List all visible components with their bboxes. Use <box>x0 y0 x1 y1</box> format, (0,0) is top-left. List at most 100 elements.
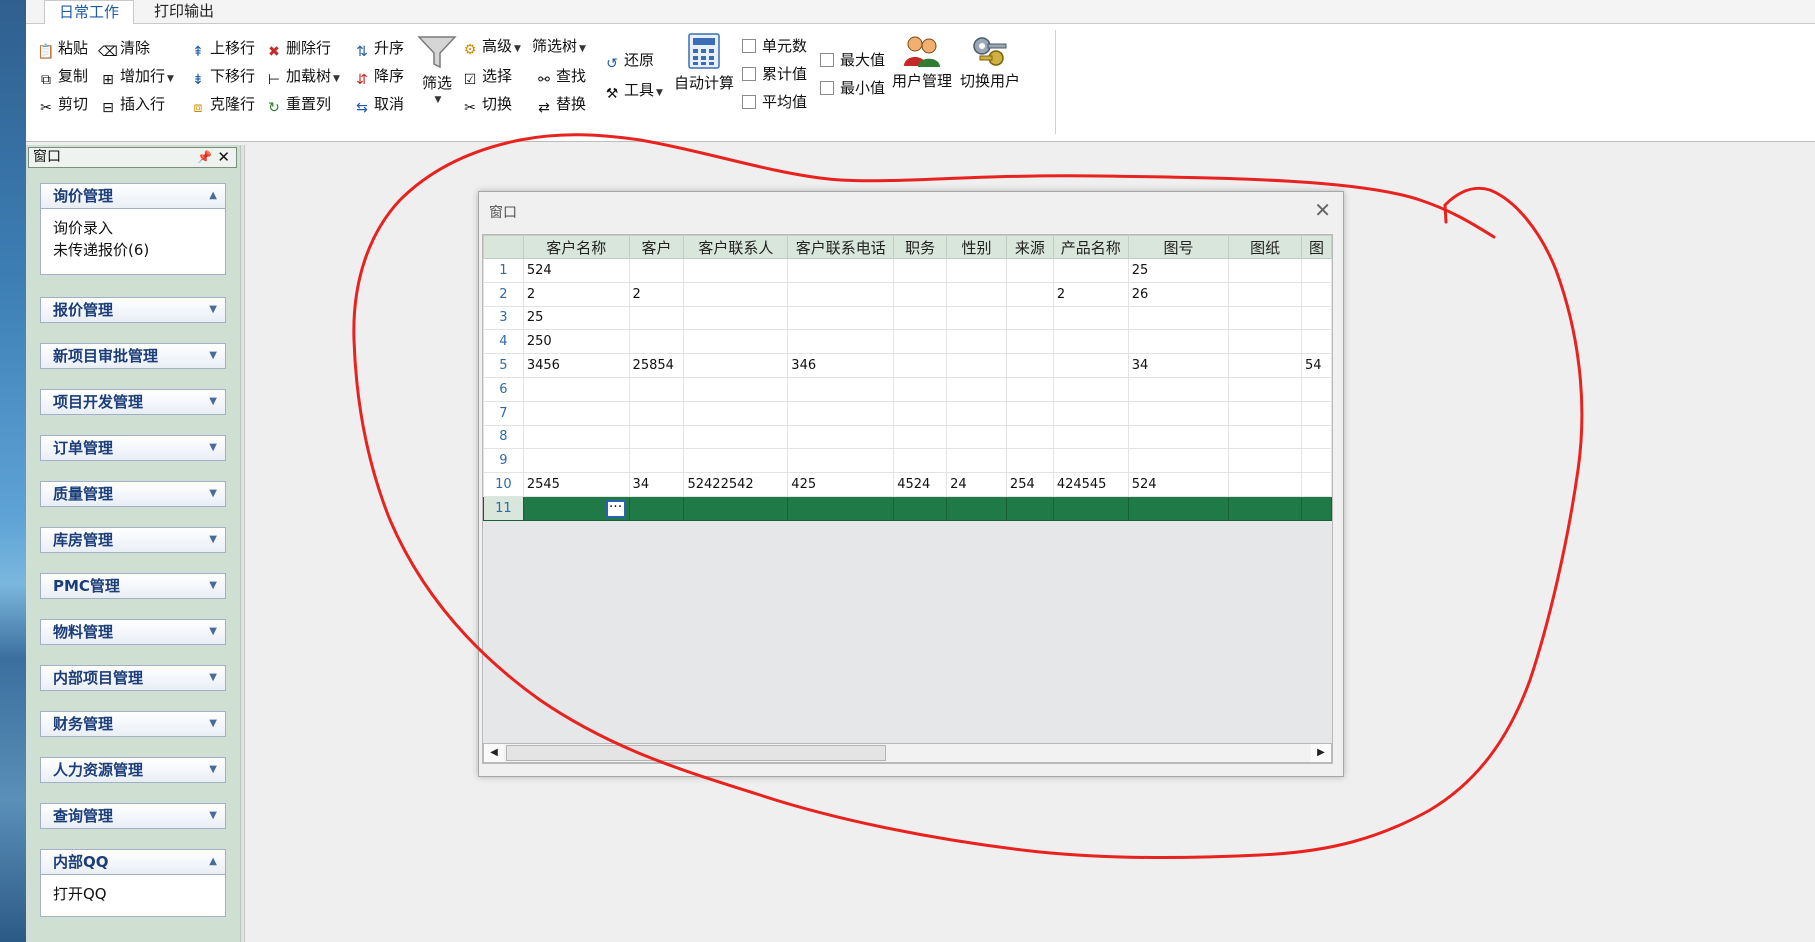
tools-button[interactable]: ⚒ 工具 ▼ <box>602 78 663 102</box>
grid-cell[interactable] <box>1228 258 1302 283</box>
grid-cell[interactable] <box>787 400 895 426</box>
table-row[interactable]: 11 ··· <box>483 495 1332 521</box>
grid-cell[interactable] <box>1228 400 1302 426</box>
filter-button[interactable]: 筛选 ▼ <box>414 34 460 105</box>
grid-cell[interactable] <box>946 495 1007 521</box>
grid-cell[interactable] <box>893 424 948 450</box>
grid-cell[interactable] <box>946 258 1007 283</box>
column-header[interactable]: 职务 <box>893 235 948 259</box>
grid-cell[interactable]: 52422542 <box>683 472 789 497</box>
grid-cell[interactable]: 424545 <box>1052 472 1129 497</box>
grid-cell[interactable] <box>628 400 685 426</box>
grid-cell[interactable] <box>1127 376 1230 402</box>
nav-group-new-project-approval[interactable]: 新项目审批管理 ▼ <box>40 343 226 369</box>
max-checkbox[interactable]: 最大值 <box>820 48 885 72</box>
grid-cell[interactable] <box>946 329 1007 355</box>
grid-cell[interactable]: 34 <box>1127 353 1230 378</box>
grid-cell[interactable] <box>1300 376 1332 402</box>
grid-cell[interactable] <box>1052 495 1129 521</box>
table-row[interactable]: 9 <box>483 448 1332 474</box>
table-row[interactable]: 4 250 <box>483 329 1332 355</box>
grid-cell[interactable] <box>683 353 789 378</box>
grid-cell[interactable]: 346 <box>787 353 895 378</box>
grid-cell[interactable] <box>1005 353 1054 378</box>
grid-cell[interactable] <box>1052 329 1129 355</box>
panel-splitter[interactable] <box>241 145 245 942</box>
grid-cell[interactable]: 524 <box>522 258 630 283</box>
row-number[interactable]: 6 <box>483 376 524 402</box>
grid-cell[interactable]: 25 <box>1127 258 1230 283</box>
horizontal-scrollbar[interactable]: ◀ ▶ <box>483 743 1332 763</box>
grid-cell[interactable] <box>1005 495 1054 521</box>
scroll-left-icon[interactable]: ◀ <box>484 744 504 762</box>
grid-cell[interactable] <box>1127 495 1230 521</box>
grid-cell[interactable] <box>1127 305 1230 331</box>
ellipsis-button[interactable]: ··· <box>605 499 626 518</box>
grid-cell[interactable] <box>893 495 948 521</box>
scrollbar-thumb[interactable] <box>506 745 886 761</box>
grid-cell[interactable] <box>787 258 895 283</box>
scroll-right-icon[interactable]: ▶ <box>1311 744 1331 762</box>
grid-cell[interactable]: 254 <box>1005 472 1054 497</box>
find-button[interactable]: ⚯ 查找 <box>534 64 586 88</box>
grid-cell[interactable] <box>787 495 895 521</box>
restore-button[interactable]: ↺ 还原 <box>602 48 654 72</box>
min-checkbox[interactable]: 最小值 <box>820 76 885 100</box>
add-row-button[interactable]: ⊞ 增加行 ▼ <box>98 64 174 88</box>
grid-cell[interactable]: 524 <box>1127 472 1230 497</box>
reset-column-button[interactable]: ↻ 重置列 <box>264 92 331 116</box>
row-number[interactable]: 10 <box>483 472 524 497</box>
sort-asc-button[interactable]: ⇅ 升序 <box>352 36 404 60</box>
column-header[interactable]: 图号 <box>1127 235 1230 259</box>
grid-cell[interactable] <box>1228 424 1302 450</box>
grid-cell[interactable] <box>1052 400 1129 426</box>
grid-cell[interactable] <box>1228 376 1302 402</box>
grid-cell[interactable]: 34 <box>628 472 685 497</box>
column-header[interactable]: 客户联系人 <box>683 235 789 259</box>
select-button[interactable]: ☑ 选择 <box>460 64 512 88</box>
clone-row-button[interactable]: ⧈ 克隆行 <box>188 92 255 116</box>
cut-button[interactable]: ✂ 剪切 <box>36 92 88 116</box>
nav-group-order[interactable]: 订单管理 ▼ <box>40 435 226 461</box>
grid-cell[interactable] <box>893 376 948 402</box>
grid-cell[interactable] <box>683 258 789 283</box>
nav-group-quality[interactable]: 质量管理 ▼ <box>40 481 226 507</box>
grid-cell[interactable] <box>1228 495 1302 521</box>
nav-group-query[interactable]: 查询管理 ▼ <box>40 803 226 829</box>
column-header[interactable]: 来源 <box>1005 235 1054 259</box>
row-number[interactable]: 9 <box>483 448 524 474</box>
table-row[interactable]: 1 524 25 <box>483 258 1332 283</box>
grid-cell[interactable] <box>683 305 789 331</box>
copy-button[interactable]: ⧉ 复制 <box>36 64 88 88</box>
grid-cell[interactable]: 25 <box>522 305 630 331</box>
grid-cell[interactable] <box>1052 305 1129 331</box>
table-row[interactable]: 8 <box>483 424 1332 450</box>
grid-cell[interactable] <box>893 400 948 426</box>
delete-row-button[interactable]: ✖ 删除行 <box>264 36 331 60</box>
grid-cell[interactable]: 2 <box>522 281 630 307</box>
grid-cell[interactable] <box>522 376 630 402</box>
cancel-sort-button[interactable]: ⇆ 取消 <box>352 92 404 116</box>
auto-calc-button[interactable]: 自动计算 <box>672 32 736 93</box>
grid-cell[interactable] <box>1005 258 1054 283</box>
grid-cell[interactable] <box>1300 424 1332 450</box>
filter-tree-button[interactable]: 筛选树 ▼ <box>532 34 586 58</box>
grid-cell[interactable]: ··· <box>522 495 630 521</box>
table-row[interactable]: 7 <box>483 400 1332 426</box>
grid-cell[interactable] <box>628 448 685 474</box>
grid-cell[interactable] <box>1005 305 1054 331</box>
clear-button[interactable]: ⌫ 清除 <box>98 36 150 60</box>
grid-cell[interactable] <box>1228 281 1302 307</box>
grid-cell[interactable] <box>683 400 789 426</box>
grid-cell[interactable] <box>893 329 948 355</box>
grid-cell[interactable] <box>1300 281 1332 307</box>
nav-group-material[interactable]: 物料管理 ▼ <box>40 619 226 645</box>
grid-cell[interactable] <box>787 376 895 402</box>
insert-row-button[interactable]: ⊟ 插入行 <box>98 92 165 116</box>
grid-cell[interactable]: 2 <box>628 281 685 307</box>
grid-cell[interactable] <box>1005 329 1054 355</box>
average-checkbox[interactable]: 平均值 <box>742 90 807 114</box>
grid-cell[interactable] <box>1127 400 1230 426</box>
move-up-button[interactable]: ⇞ 上移行 <box>188 36 255 60</box>
grid-cell[interactable] <box>683 424 789 450</box>
